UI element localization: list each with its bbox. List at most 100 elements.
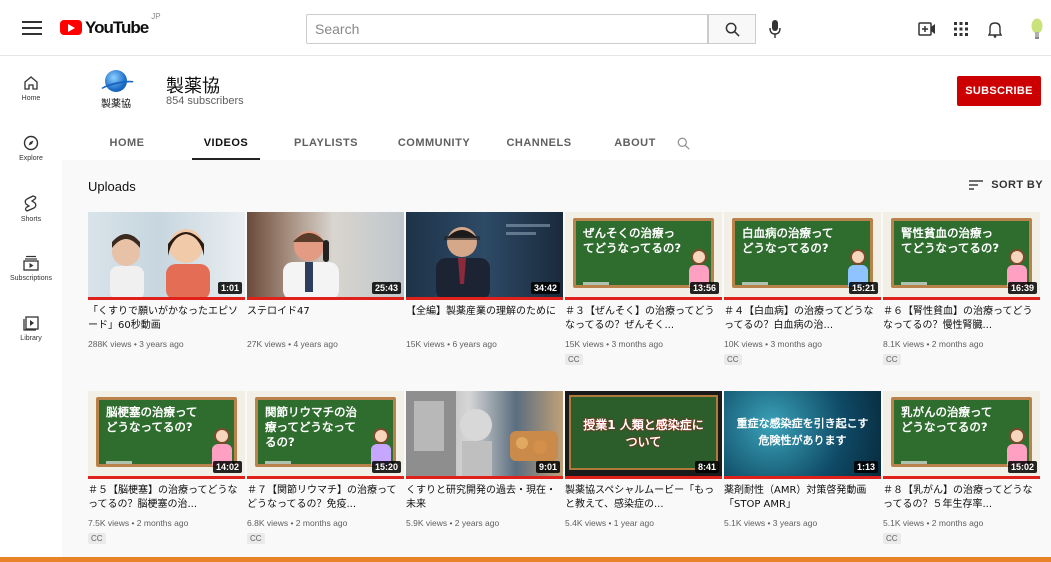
- channel-avatar[interactable]: 製薬協: [92, 66, 140, 114]
- video-title[interactable]: 「くすりで願いがかなったエピソード」60秒動画: [88, 305, 245, 333]
- video-title[interactable]: ＃７【関節リウマチ】の治療ってどうなってるの？免疫...: [247, 484, 404, 512]
- globe-logo-icon: [105, 70, 127, 92]
- video-meta: 288K views • 3 years ago: [88, 339, 184, 349]
- sidebar-item-shorts[interactable]: Shorts: [0, 180, 62, 236]
- video-title[interactable]: ＃４【白血病】の治療ってどうなってるの？白血病の治...: [724, 305, 881, 333]
- video-duration: 25:43: [371, 282, 401, 294]
- search-button[interactable]: [708, 14, 756, 44]
- video-thumbnail[interactable]: 関節リウマチの治療ってどうなってるの? 15:20: [247, 391, 404, 479]
- shorts-icon: [24, 194, 37, 212]
- video-title[interactable]: ステロイド47: [247, 305, 404, 333]
- search-input[interactable]: Search: [306, 14, 708, 44]
- section-title: Uploads: [88, 179, 136, 194]
- video-card[interactable]: 乳がんの治療ってどうなってるの? 15:02 ＃８【乳がん】の治療ってどうなって…: [883, 391, 1040, 556]
- video-title[interactable]: ＃６【腎性貧血】の治療ってどうなってるの？慢性腎臓...: [883, 305, 1040, 333]
- sidebar-item-label: Home: [21, 94, 41, 102]
- video-meta: 5.1K views • 2 months ago: [883, 518, 984, 528]
- video-duration: 1:13: [853, 461, 878, 473]
- sidebar-item-library[interactable]: Library: [0, 300, 62, 356]
- video-card[interactable]: 重症な感染症を引き起こす危険性があります 1:13 薬剤耐性（AMR）対策啓発動…: [724, 391, 881, 556]
- video-thumbnail[interactable]: 重症な感染症を引き起こす危険性があります 1:13: [724, 391, 881, 479]
- search-icon: [725, 22, 740, 37]
- video-duration: 14:02: [212, 461, 242, 473]
- video-duration: 13:56: [689, 282, 719, 294]
- create-button[interactable]: [916, 18, 938, 40]
- avatar-icon: [1031, 18, 1043, 39]
- video-thumbnail[interactable]: 乳がんの治療ってどうなってるの? 15:02: [883, 391, 1040, 479]
- library-icon: [23, 315, 39, 331]
- video-meta: 6.8K views • 2 months ago: [247, 518, 348, 528]
- video-title[interactable]: ＃３【ぜんそく】の治療ってどうなってるの？ぜんそく...: [565, 305, 722, 333]
- tab-playlists[interactable]: PLAYLISTS: [260, 126, 392, 160]
- sidebar-item-subscriptions[interactable]: Subscriptions: [0, 240, 62, 296]
- tab-community[interactable]: COMMUNITY: [392, 126, 476, 160]
- video-title[interactable]: くすりと研究開発の過去・現在・未来: [406, 484, 563, 512]
- logo-text: YouTube: [85, 17, 149, 37]
- sidebar-item-label: Library: [20, 334, 42, 342]
- channel-header: 製薬協 製薬協 854 subscribers SUBSCRIBE HOME V…: [62, 56, 1051, 160]
- video-thumbnail[interactable]: 授業1 人類と感染症について 8:41: [565, 391, 722, 479]
- video-thumbnail[interactable]: 34:42: [406, 212, 563, 300]
- video-card[interactable]: 9:01 くすりと研究開発の過去・現在・未来 5.9K views • 2 ye…: [406, 391, 563, 556]
- tab-home[interactable]: HOME: [62, 126, 192, 160]
- video-meta: 27K views • 4 years ago: [247, 339, 338, 349]
- mic-button[interactable]: [768, 18, 782, 40]
- apps-icon: [954, 22, 968, 36]
- video-title[interactable]: ＃５【脳梗塞】の治療ってどうなってるの？脳梗塞の治...: [88, 484, 245, 512]
- video-title[interactable]: 【全編】製薬産業の理解のために: [406, 305, 563, 333]
- sidebar-item-label: Explore: [19, 154, 43, 162]
- cc-badge: CC: [88, 533, 106, 544]
- video-thumbnail[interactable]: 白血病の治療ってどうなってるの? 15:21: [724, 212, 881, 300]
- menu-icon[interactable]: [22, 20, 42, 35]
- video-card[interactable]: 25:43 ステロイド47 27K views • 4 years ago: [247, 212, 404, 377]
- search-icon: [677, 137, 690, 150]
- video-duration: 16:39: [1007, 282, 1037, 294]
- compass-icon: [23, 135, 39, 150]
- video-meta: 15K views • 6 years ago: [406, 339, 497, 349]
- video-thumbnail[interactable]: 9:01: [406, 391, 563, 479]
- video-thumbnail[interactable]: 1:01: [88, 212, 245, 300]
- sidebar-item-explore[interactable]: Explore: [0, 120, 62, 176]
- video-card[interactable]: 白血病の治療ってどうなってるの? 15:21 ＃４【白血病】の治療ってどうなって…: [724, 212, 881, 377]
- video-title[interactable]: 製薬協スペシャルムービー「もっと教えて、感染症の...: [565, 484, 722, 512]
- video-duration: 15:20: [371, 461, 401, 473]
- sidebar-item-home[interactable]: Home: [0, 60, 62, 116]
- sort-icon: [969, 180, 984, 190]
- video-thumbnail[interactable]: 脳梗塞の治療ってどうなってるの? 14:02: [88, 391, 245, 479]
- tab-videos[interactable]: VIDEOS: [192, 126, 260, 160]
- notifications-button[interactable]: [984, 18, 1006, 40]
- video-card[interactable]: 1:01 「くすりで願いがかなったエピソード」60秒動画 288K views …: [88, 212, 245, 377]
- video-title[interactable]: ＃８【乳がん】の治療ってどうなってるの？５年生存率...: [883, 484, 1040, 512]
- subscribe-button[interactable]: SUBSCRIBE: [957, 76, 1041, 106]
- video-card[interactable]: 34:42 【全編】製薬産業の理解のために 15K views • 6 year…: [406, 212, 563, 377]
- avatar[interactable]: [1030, 18, 1044, 40]
- video-card[interactable]: 授業1 人類と感染症について 8:41 製薬協スペシャルムービー「もっと教えて、…: [565, 391, 722, 556]
- video-card[interactable]: 脳梗塞の治療ってどうなってるの? 14:02 ＃５【脳梗塞】の治療ってどうなって…: [88, 391, 245, 556]
- video-card[interactable]: ぜんそくの治療ってどうなってるの? 13:56 ＃３【ぜんそく】の治療ってどうな…: [565, 212, 722, 377]
- video-meta: 5.9K views • 2 years ago: [406, 518, 500, 528]
- video-thumbnail[interactable]: 25:43: [247, 212, 404, 300]
- bottom-accent-bar: [0, 557, 1051, 562]
- video-card[interactable]: 関節リウマチの治療ってどうなってるの? 15:20 ＃７【関節リウマチ】の治療っ…: [247, 391, 404, 556]
- video-meta: 5.1K views • 3 years ago: [724, 518, 818, 528]
- subscriptions-icon: [23, 255, 39, 271]
- tab-channels[interactable]: CHANNELS: [476, 126, 602, 160]
- video-duration: 34:42: [530, 282, 560, 294]
- channel-search-button[interactable]: [668, 126, 698, 160]
- youtube-logo[interactable]: YouTube JP: [60, 12, 161, 38]
- board-text: 白血病の治療ってどうなってるの?: [742, 226, 834, 255]
- channel-tabs: HOME VIDEOS PLAYLISTS COMMUNITY CHANNELS…: [62, 126, 698, 160]
- video-title[interactable]: 薬剤耐性（AMR）対策啓発動画「STOP AMR」: [724, 484, 881, 512]
- video-card[interactable]: 腎性貧血の治療ってどうなってるの? 16:39 ＃６【腎性貧血】の治療ってどうな…: [883, 212, 1040, 377]
- sidebar: Home Explore Shorts Subscriptions Librar…: [0, 56, 62, 557]
- video-duration: 1:01: [217, 282, 242, 294]
- apps-button[interactable]: [950, 18, 972, 40]
- video-duration: 15:21: [848, 282, 878, 294]
- video-meta: 15K views • 3 months ago: [565, 339, 663, 349]
- video-thumbnail[interactable]: 腎性貧血の治療ってどうなってるの? 16:39: [883, 212, 1040, 300]
- create-icon: [918, 22, 935, 36]
- sort-by-button[interactable]: SORT BY: [969, 179, 1043, 191]
- channel-avatar-text: 製薬協: [101, 99, 131, 110]
- tab-about[interactable]: ABOUT: [602, 126, 668, 160]
- video-thumbnail[interactable]: ぜんそくの治療ってどうなってるの? 13:56: [565, 212, 722, 300]
